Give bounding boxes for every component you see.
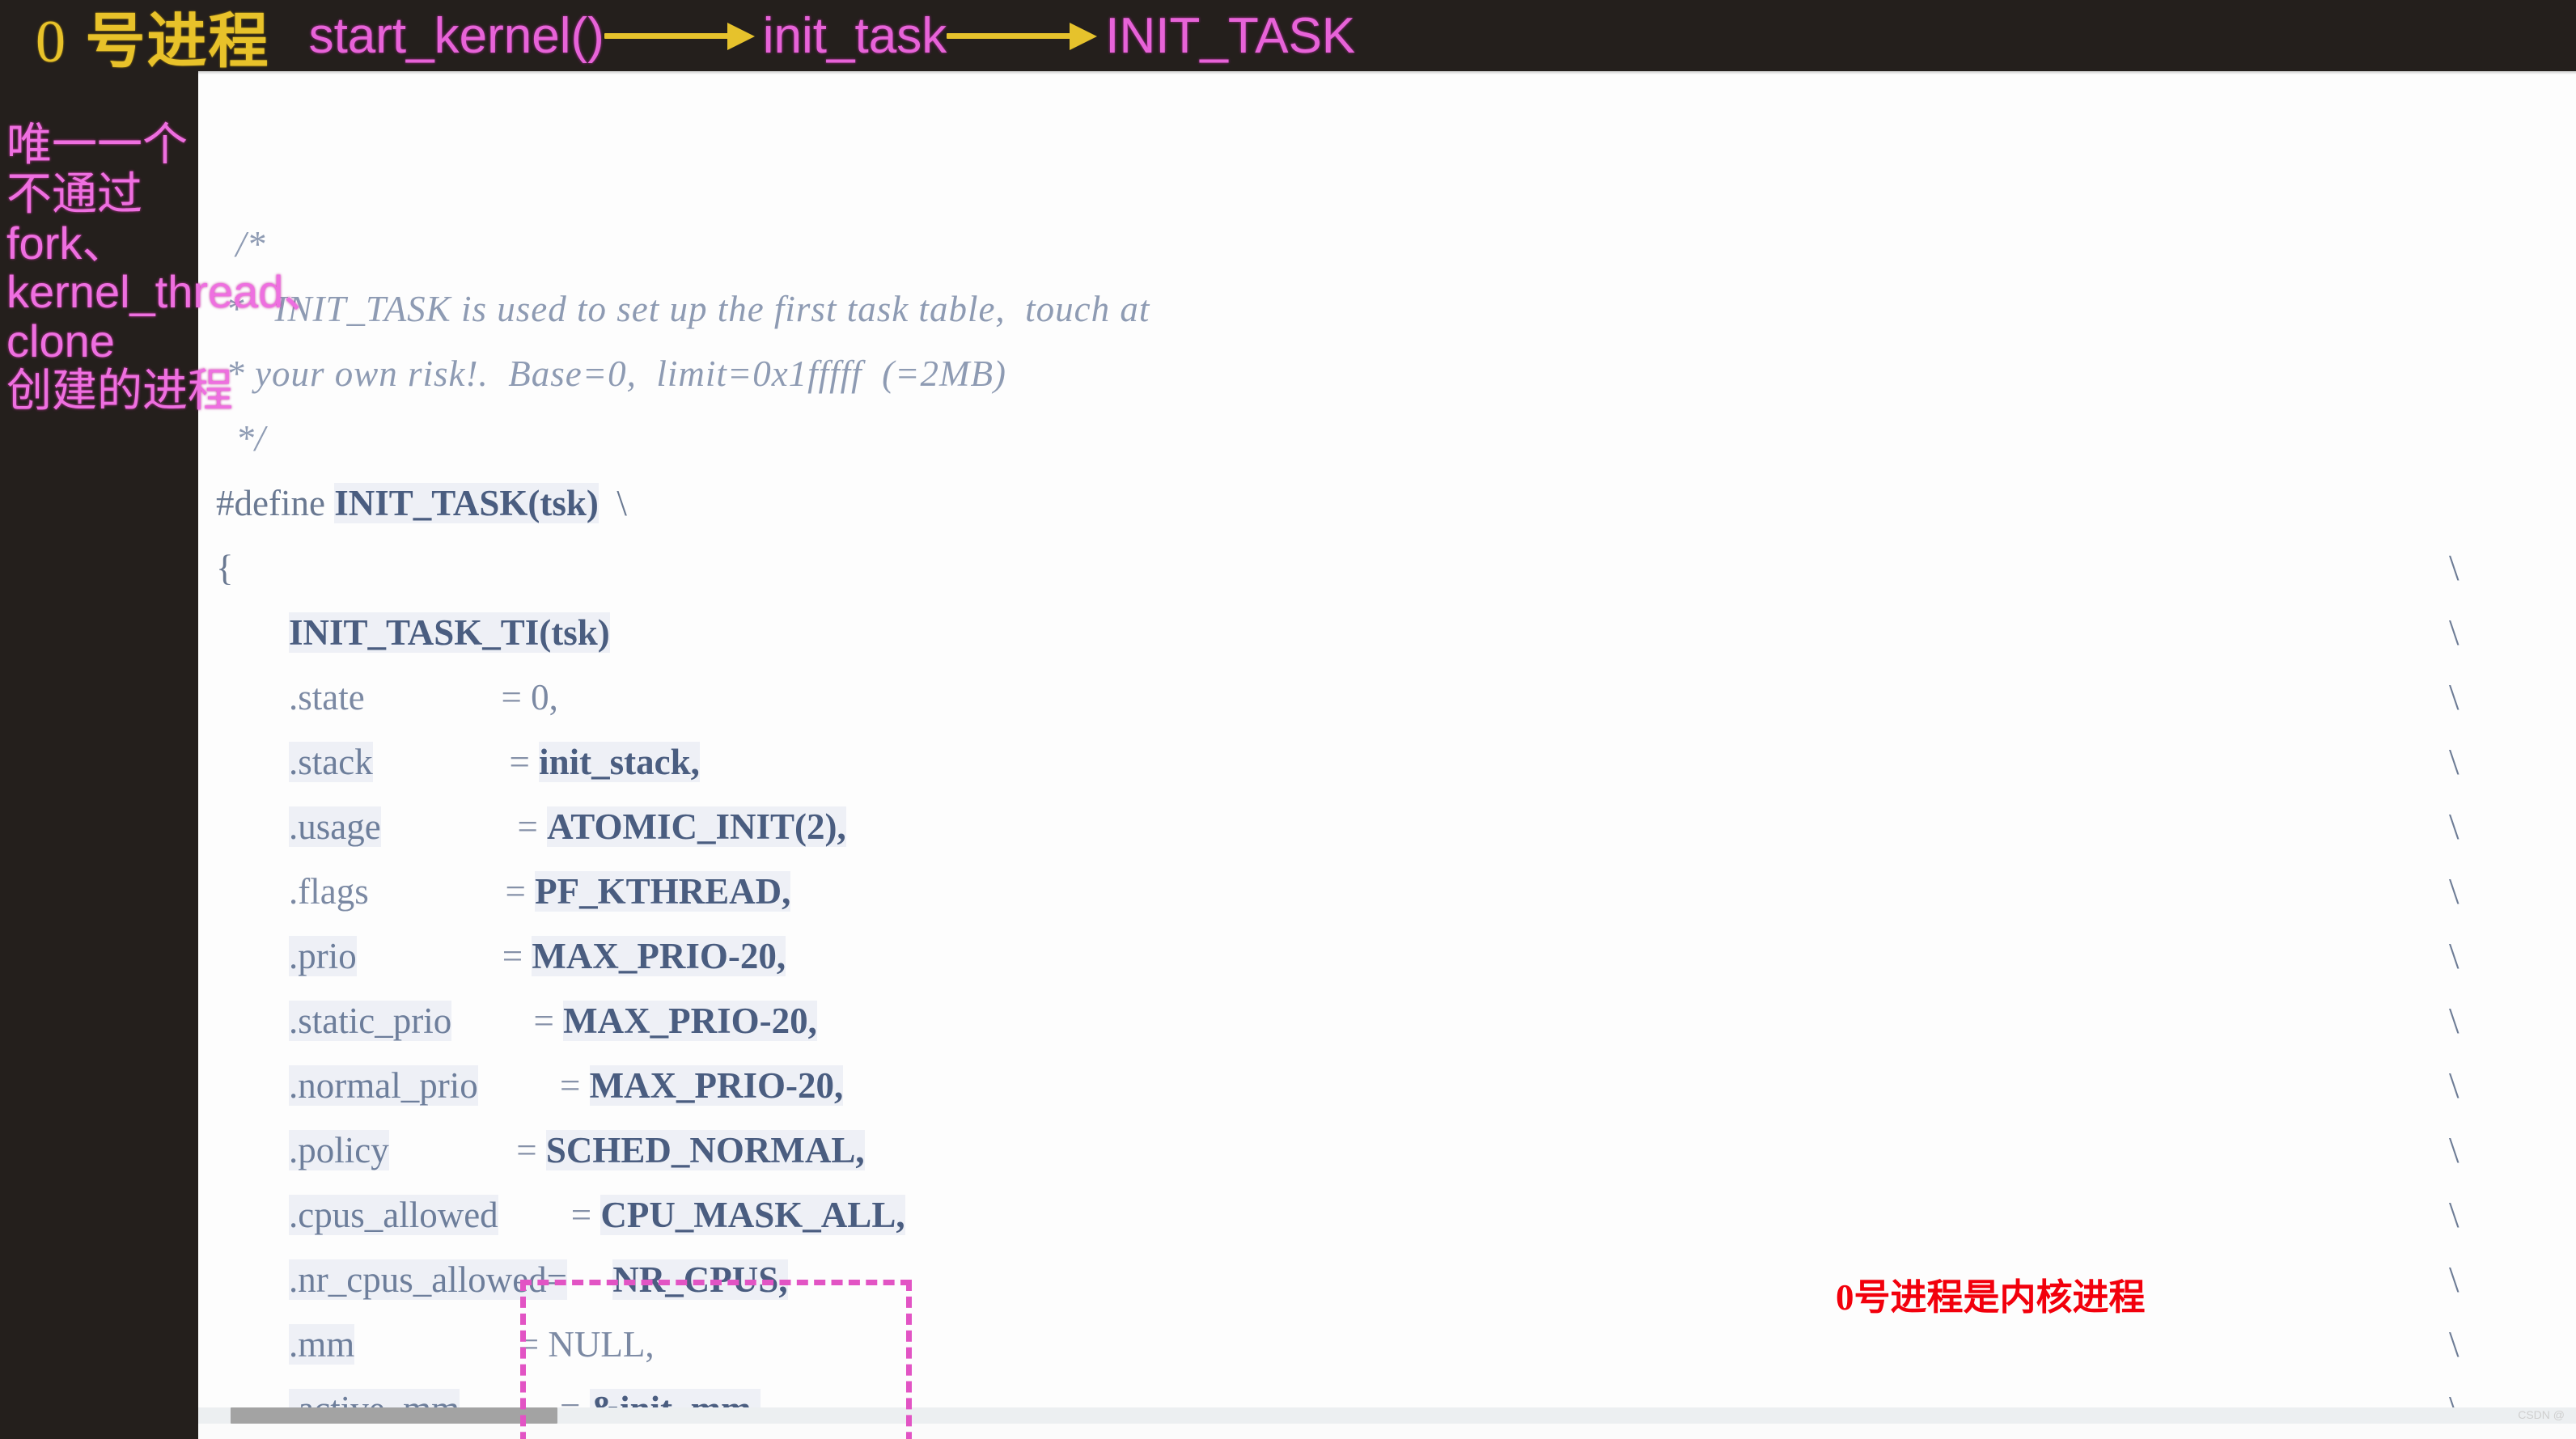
right-arrow-icon-2 [947, 11, 1105, 61]
code-line-comment-2: * your own risk!. Base=0, limit=0x1fffff… [216, 341, 1150, 406]
chain-label-start-kernel: start_kernel() [308, 7, 604, 64]
brace-open: { [216, 548, 234, 588]
code-line-field-6: .normal_prio = MAX_PRIO-20, \ [216, 1053, 2459, 1118]
code-line-field-3: .flags = PF_KTHREAD, \ [216, 859, 2459, 924]
header-banner: 0 号进程 start_kernel() init_task INIT_TASK [0, 0, 2576, 75]
chain-label-init-task-macro: INIT_TASK [1105, 7, 1356, 64]
define-keyword: #define [216, 483, 325, 523]
assign-operator: = [505, 871, 526, 912]
assign-operator: = [559, 1065, 581, 1106]
field-name: .cpus_allowed [289, 1195, 498, 1235]
comment-line-1: * INIT_TASK is used to set up the first … [216, 289, 1150, 329]
code-line-field-1: .stack = init_stack, \ [216, 730, 2459, 794]
field-name: .prio [289, 936, 357, 976]
assign-operator: = [533, 1001, 554, 1041]
sidebar-annotation: 唯一一个 不通过 fork、 kernel_thread、 clone 创建的进… [6, 119, 329, 417]
assign-operator: = [516, 1130, 537, 1170]
line-continuation-backslash: \ [2449, 548, 2459, 588]
kernel-process-note: 0号进程是内核进程 [1836, 1277, 2146, 1318]
code-listing: /* * INIT_TASK is used to set up the fir… [216, 86, 2459, 1439]
line-continuation-backslash: \ [2449, 612, 2459, 653]
sidebar-line-3: kernel_thread、 [6, 266, 329, 318]
line-continuation-backslash: \ [2449, 871, 2459, 912]
field-name: .flags [289, 871, 369, 912]
slide-root: 0 号进程 start_kernel() init_task INIT_TASK… [0, 0, 2576, 1439]
field-value: MAX_PRIO-20, [532, 936, 786, 976]
sidebar-line-4: clone [6, 315, 115, 367]
sidebar-line-0: 唯一一个 [6, 119, 188, 170]
code-line-field-0: .state = 0, \ [216, 665, 2459, 730]
line-continuation-backslash: \ [2449, 936, 2459, 976]
line-continuation-backslash: \ [2449, 1324, 2459, 1365]
code-line-comment-open: /* [216, 212, 1150, 277]
chain-label-init-task: init_task [762, 7, 947, 64]
field-value: init_stack, [539, 742, 700, 782]
field-value: ATOMIC_INIT(2), [547, 806, 846, 847]
page-title: 0 号进程 [36, 6, 270, 75]
comment-line-2: * your own risk!. Base=0, limit=0x1fffff… [216, 353, 1006, 394]
field-name: .usage [289, 806, 381, 847]
code-line-field-4: .prio = MAX_PRIO-20, \ [216, 924, 2459, 988]
code-line-brace-open: {\ [216, 535, 2459, 600]
code-panel-top-edge [198, 71, 2576, 74]
line-continuation-backslash: \ [2449, 742, 2459, 782]
field-name: .normal_prio [289, 1065, 478, 1106]
sidebar-line-5: 创建的进程 [6, 364, 233, 416]
mm-highlight-box [520, 1280, 912, 1439]
field-value: PF_KTHREAD, [535, 871, 791, 912]
line-continuation-backslash: \ [2449, 1001, 2459, 1041]
line-continuation-backslash: \ [2449, 677, 2459, 717]
code-line-define: #define INIT_TASK(tsk) \ [216, 471, 1150, 535]
code-line-macro-call: INIT_TASK_TI(tsk) \ [216, 600, 2459, 665]
code-viewer[interactable]: /* * INIT_TASK is used to set up the fir… [198, 71, 2576, 1439]
assign-operator: = [570, 1195, 592, 1235]
field-value: 0, [531, 677, 558, 717]
right-arrow-icon-1 [604, 11, 763, 61]
assign-operator: = [502, 936, 523, 976]
field-name: .stack [289, 742, 373, 782]
field-name: .state [289, 677, 365, 717]
horizontal-scrollbar-thumb[interactable] [231, 1407, 557, 1424]
field-value: MAX_PRIO-20, [563, 1001, 817, 1041]
field-name: .policy [289, 1130, 389, 1170]
code-line-field-2: .usage = ATOMIC_INIT(2), \ [216, 794, 2459, 859]
watermark: CSDN @ [2518, 1408, 2565, 1421]
assign-operator: = [501, 677, 522, 717]
sidebar-line-1: 不通过 [6, 167, 142, 219]
define-continuation: \ [616, 483, 627, 523]
code-line-comment-close: */ [216, 406, 1150, 471]
field-value: MAX_PRIO-20, [589, 1065, 844, 1106]
line-continuation-backslash: \ [2449, 806, 2459, 847]
assign-operator: = [509, 742, 530, 782]
page-title-text: 号进程 [67, 6, 270, 74]
line-continuation-backslash: \ [2449, 1065, 2459, 1106]
line-continuation-backslash: \ [2449, 1259, 2459, 1300]
line-continuation-backslash: \ [2449, 1130, 2459, 1170]
comment-close: */ [216, 418, 266, 459]
define-macro-name: INIT_TASK(tsk) [334, 483, 599, 523]
sidebar-line-2: fork、 [6, 217, 128, 269]
field-value: CPU_MASK_ALL, [600, 1195, 905, 1235]
code-line-field-8: .cpus_allowed = CPU_MASK_ALL, \ [216, 1183, 2459, 1247]
code-line-field-7: .policy = SCHED_NORMAL, \ [216, 1118, 2459, 1183]
code-line-comment-1: * INIT_TASK is used to set up the first … [216, 277, 1150, 341]
code-line-field-5: .static_prio = MAX_PRIO-20, \ [216, 988, 2459, 1053]
init-task-ti-call: INIT_TASK_TI(tsk) [289, 612, 610, 653]
field-name: .static_prio [289, 1001, 452, 1041]
line-continuation-backslash: \ [2449, 1195, 2459, 1235]
field-value: SCHED_NORMAL, [545, 1130, 865, 1170]
field-name: .mm [289, 1324, 355, 1365]
assign-operator: = [517, 806, 538, 847]
